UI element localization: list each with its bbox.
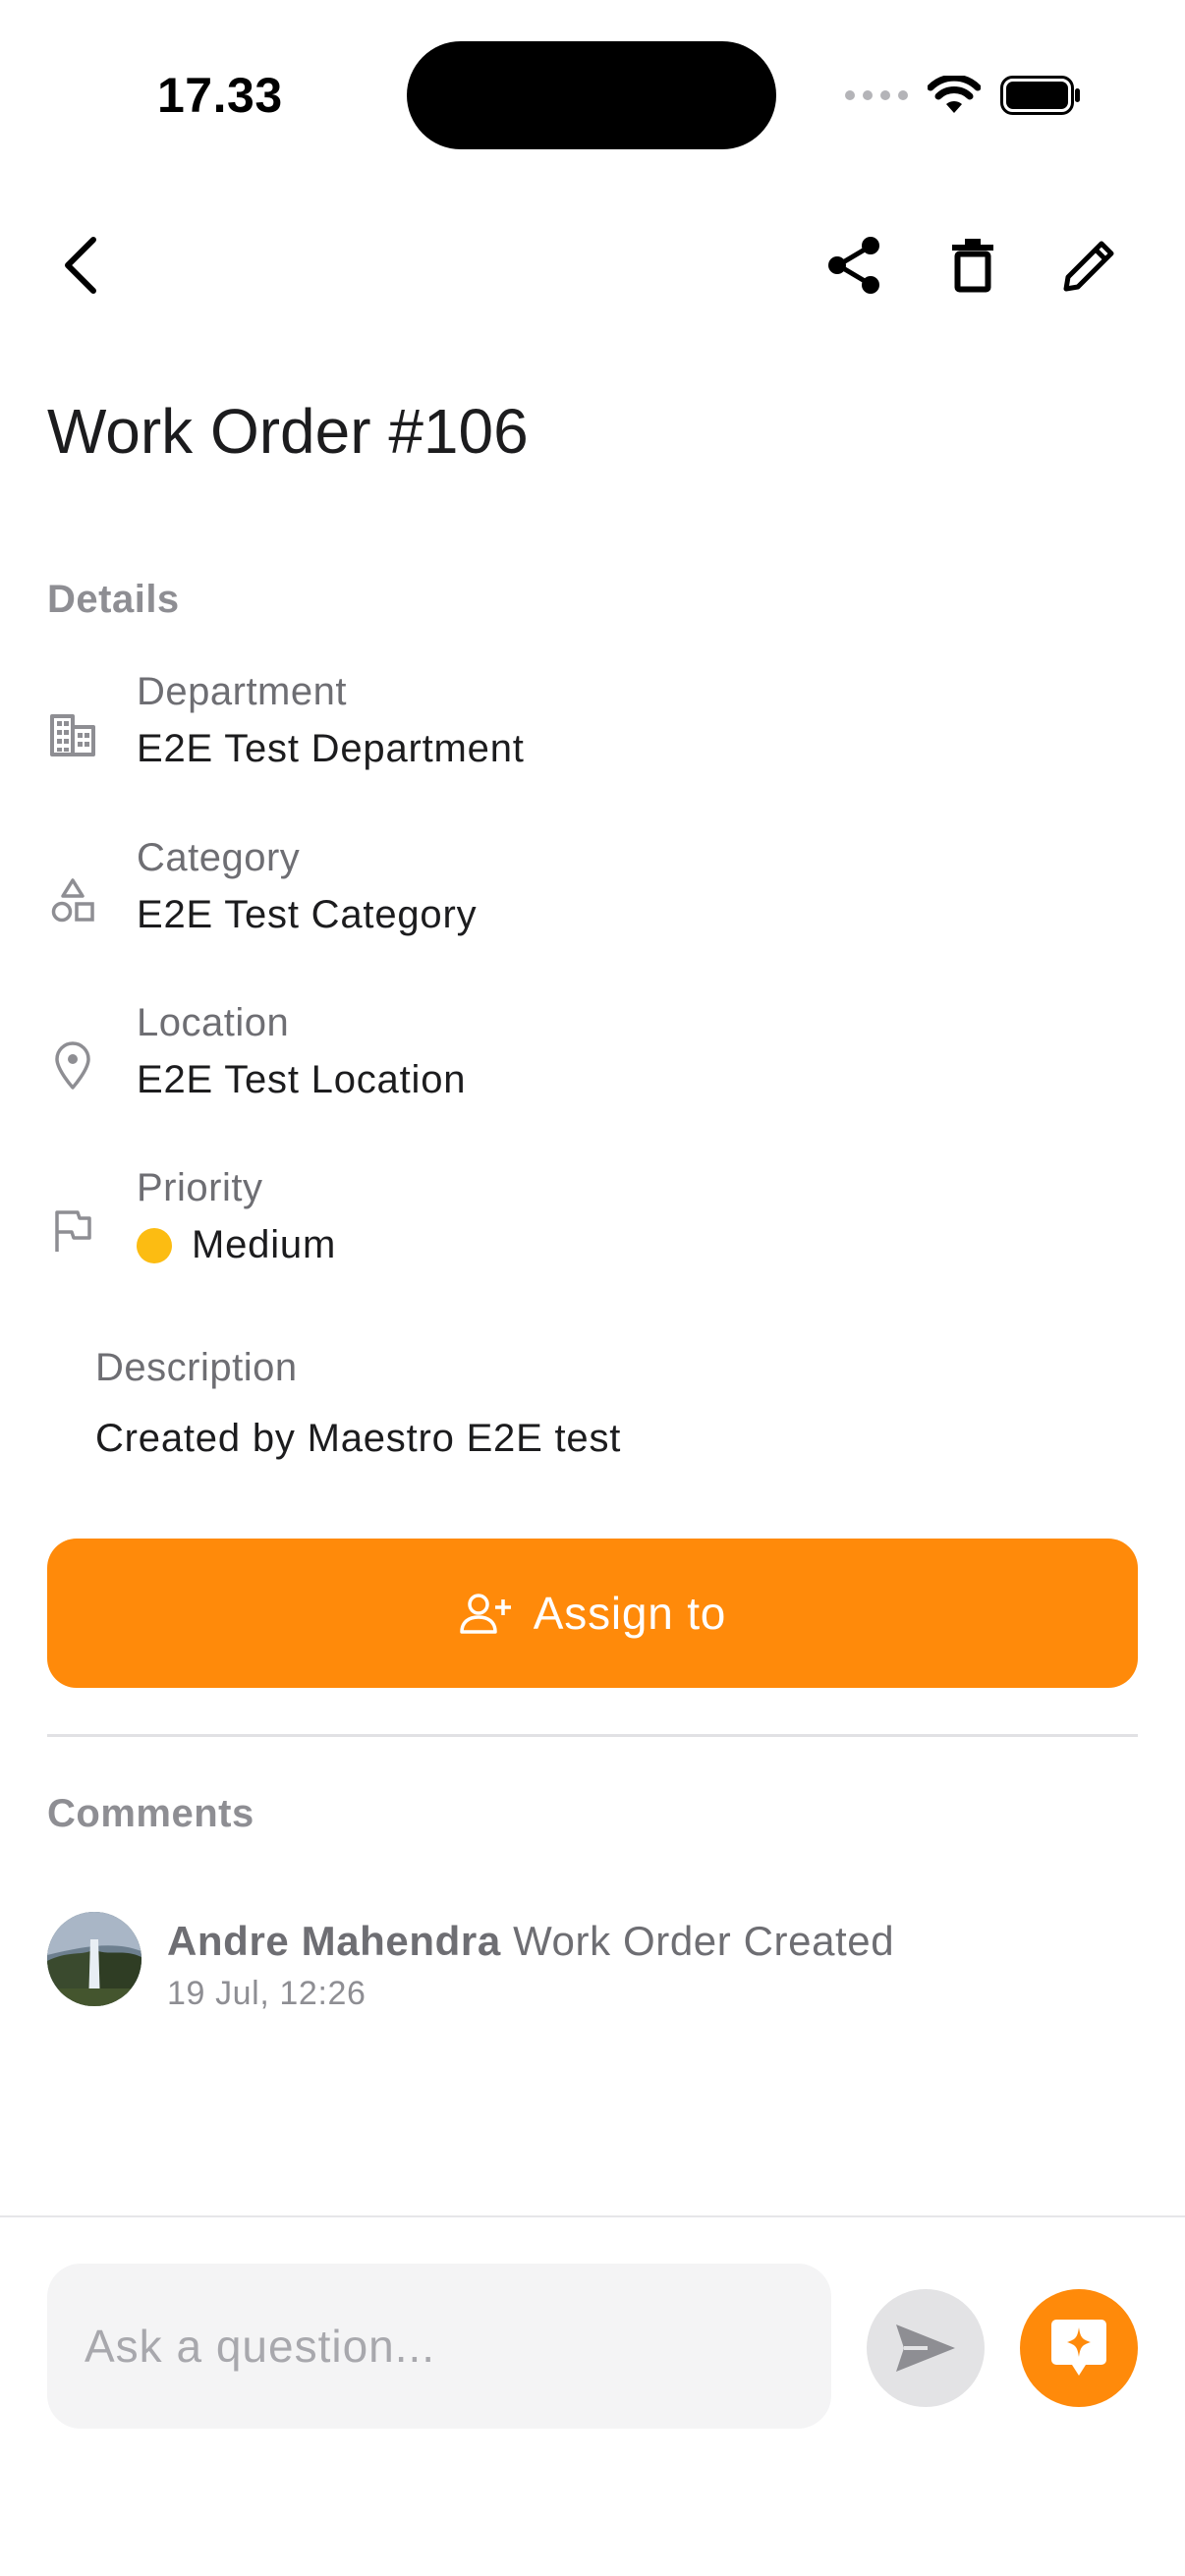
description-label: Description (95, 1346, 298, 1389)
sparkle-chat-icon (1051, 2320, 1106, 2376)
shapes-icon (47, 875, 98, 926)
status-icons (845, 71, 1081, 120)
comments-section-label: Comments (47, 1792, 254, 1835)
detail-row-location: Location E2E Test Location (0, 1001, 1185, 1139)
status-time: 17.33 (157, 68, 283, 123)
back-icon (65, 237, 96, 294)
dynamic-island (407, 41, 776, 149)
details-section-label: Details (47, 578, 180, 621)
status-bar: 17.33 (0, 0, 1185, 187)
detail-label: Category (137, 836, 301, 879)
priority-status-dot (137, 1227, 172, 1263)
detail-label: Location (137, 1001, 290, 1044)
user-plus-icon (460, 1594, 511, 1634)
divider (47, 1734, 1138, 1737)
assign-to-button[interactable]: Assign to (47, 1539, 1138, 1688)
top-app-bar (0, 216, 1185, 314)
building-icon (47, 709, 98, 760)
delete-button[interactable] (929, 221, 1017, 309)
wifi-icon (928, 76, 981, 113)
detail-value: E2E Test Category (137, 893, 478, 936)
comment-author: Andre Mahendra (167, 1918, 501, 1964)
assign-to-label: Assign to (533, 1588, 727, 1639)
comment-body: Work Order Created (513, 1918, 895, 1964)
detail-row-category: Category E2E Test Category (0, 836, 1185, 974)
comment-text: Andre Mahendra Work Order Created (167, 1918, 894, 1965)
detail-row-priority: Priority Medium (0, 1166, 1185, 1304)
composer-divider (0, 2215, 1185, 2217)
comment-item: Andre Mahendra Work Order Created 19 Jul… (47, 1912, 1138, 2012)
trash-icon (952, 239, 993, 293)
detail-label: Priority (137, 1166, 263, 1209)
priority-value: Medium (137, 1223, 336, 1267)
ai-assistant-button[interactable] (1020, 2289, 1138, 2407)
ask-question-input[interactable] (47, 2264, 831, 2429)
send-icon (896, 2324, 955, 2372)
detail-label: Department (137, 670, 347, 713)
avatar (47, 1912, 141, 2006)
page-title: Work Order #106 (47, 396, 529, 467)
share-button[interactable] (811, 221, 899, 309)
detail-value: E2E Test Location (137, 1058, 467, 1101)
battery-icon (1000, 76, 1080, 115)
priority-text: Medium (192, 1223, 337, 1266)
share-icon (828, 237, 879, 294)
edit-button[interactable] (1045, 221, 1134, 309)
detail-value: E2E Test Department (137, 727, 525, 770)
detail-row-department: Department E2E Test Department (0, 670, 1185, 808)
flag-icon (47, 1205, 98, 1257)
signal-dots-icon (845, 90, 908, 100)
send-button[interactable] (867, 2289, 985, 2407)
map-pin-icon (47, 1040, 98, 1092)
pencil-icon (1063, 241, 1114, 292)
description-value: Created by Maestro E2E test (95, 1417, 622, 1460)
back-button[interactable] (37, 221, 126, 309)
comment-timestamp: 19 Jul, 12:26 (167, 1975, 367, 2012)
